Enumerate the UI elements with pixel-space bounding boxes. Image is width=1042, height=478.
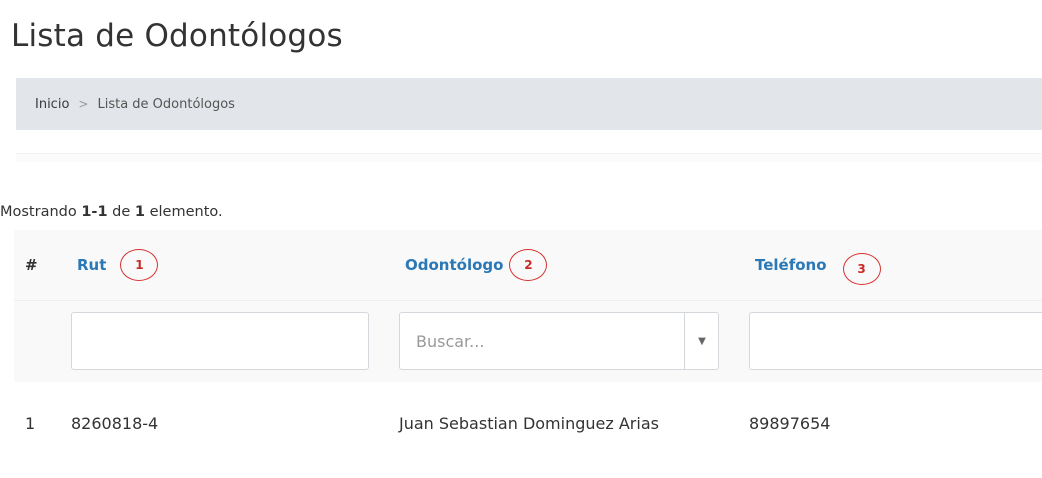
- rut-filter-input[interactable]: [71, 312, 369, 371]
- results-summary: Mostrando 1-1 de 1 elemento.: [0, 204, 223, 220]
- page-title: Lista de Odontólogos: [11, 18, 343, 54]
- summary-middle: de: [107, 204, 135, 220]
- sort-telefono-link[interactable]: Teléfono: [755, 256, 827, 274]
- chevron-down-icon[interactable]: ▼: [684, 312, 719, 371]
- annotation-badge-1: 1: [120, 248, 159, 281]
- column-header-odontologo: Odontólogo 2: [399, 230, 749, 301]
- column-header-number: #: [14, 230, 71, 301]
- summary-range: 1-1: [81, 204, 108, 220]
- breadcrumb: Inicio > Lista de Odontólogos: [16, 78, 1042, 130]
- column-header-rut: Rut 1: [71, 230, 399, 301]
- telefono-filter-input[interactable]: [749, 312, 1042, 371]
- row-number: 1: [25, 414, 36, 433]
- table-header-row: # Rut 1 Odontólogo 2 Teléfono 3: [14, 230, 1042, 301]
- dentists-table: # Rut 1 Odontólogo 2 Teléfono 3 Buscar..…: [14, 230, 1042, 466]
- row-odontologo: Juan Sebastian Dominguez Arias: [399, 414, 659, 433]
- sort-odontologo-link[interactable]: Odontólogo: [405, 256, 503, 274]
- breadcrumb-current: Lista de Odontólogos: [97, 96, 235, 112]
- filter-cell-number: [14, 300, 71, 382]
- column-header-telefono: Teléfono 3: [749, 230, 1042, 301]
- content-divider: [16, 153, 1042, 162]
- odontologo-filter-placeholder: Buscar...: [399, 312, 719, 371]
- summary-prefix: Mostrando: [0, 204, 82, 220]
- breadcrumb-home-link[interactable]: Inicio: [35, 97, 69, 112]
- annotation-badge-2: 2: [509, 248, 548, 281]
- sort-rut-link[interactable]: Rut: [77, 256, 106, 274]
- summary-total: 1: [134, 204, 145, 220]
- breadcrumb-separator: >: [78, 97, 89, 111]
- annotation-badge-3: 3: [842, 252, 881, 285]
- filter-row: Buscar... ▼: [14, 300, 1042, 382]
- odontologo-filter-select[interactable]: Buscar... ▼: [399, 312, 719, 371]
- summary-suffix: elemento.: [144, 204, 223, 220]
- row-telefono: 89897654: [749, 414, 831, 433]
- row-rut: 8260818-4: [71, 414, 159, 433]
- table-row[interactable]: 1 8260818-4 Juan Sebastian Dominguez Ari…: [14, 382, 1042, 466]
